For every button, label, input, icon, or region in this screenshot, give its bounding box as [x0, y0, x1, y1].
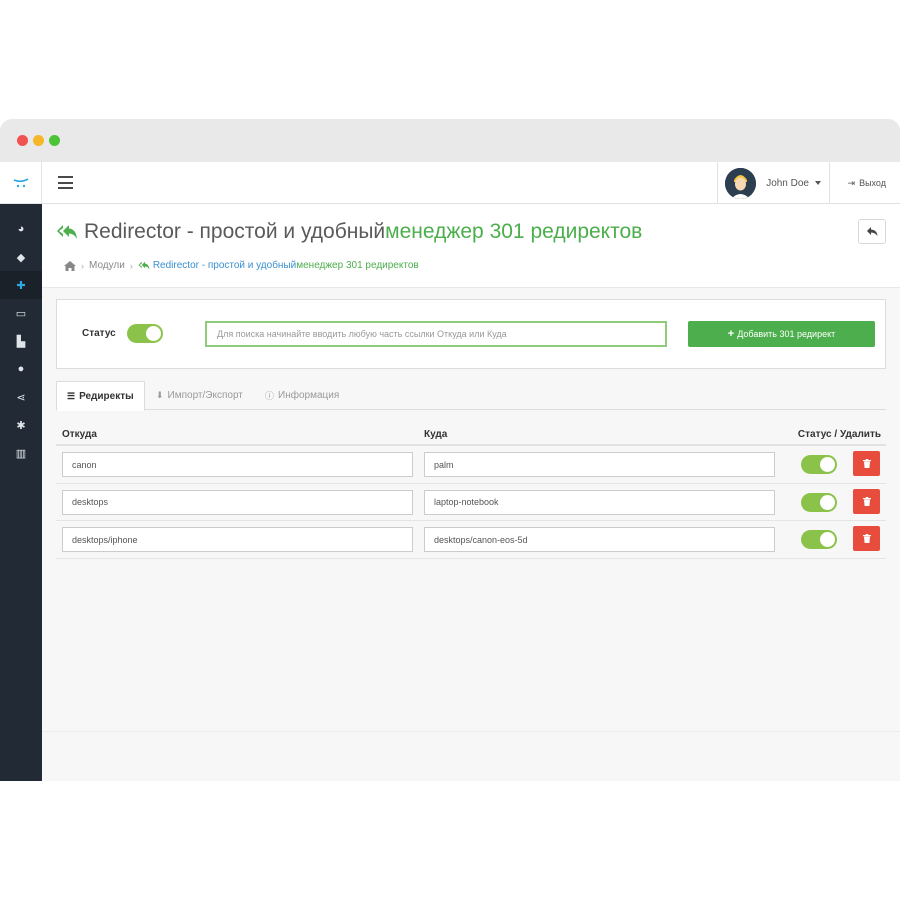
page-header: Redirector - простой и удобный менеджер … [42, 204, 900, 288]
reply-all-icon [57, 225, 77, 239]
reply-icon [866, 227, 877, 236]
to-url-input[interactable]: desktops/canon-eos-5d [424, 527, 775, 552]
from-url-input[interactable]: canon [62, 452, 413, 477]
logout-link[interactable]: ⇥ Выход [848, 162, 886, 204]
to-url-input[interactable]: palm [424, 452, 775, 477]
column-header-actions: Статус / Удалить [797, 429, 881, 440]
breadcrumb: › Модули › Redirector - простой и удобны… [64, 260, 419, 271]
user-icon: ● [17, 363, 25, 375]
breadcrumb-separator: › [129, 260, 133, 271]
close-window-button[interactable] [17, 135, 28, 146]
user-name: John Doe [766, 177, 809, 189]
tags-icon: ◆ [16, 251, 26, 264]
minimize-window-button[interactable] [33, 135, 44, 146]
table-row: canon palm [56, 446, 886, 484]
home-icon[interactable] [64, 260, 76, 271]
sidebar-item-cog[interactable]: ✱ [0, 411, 42, 439]
opencart-logo-icon [13, 177, 28, 187]
dashboard-icon: ◕ [17, 223, 25, 235]
breadcrumb-current-highlight[interactable]: менеджер 301 редиректов [296, 260, 418, 271]
sign-out-icon: ⇥ [847, 177, 856, 188]
from-url-input[interactable]: desktops [62, 489, 413, 515]
redirect-status-toggle[interactable] [801, 492, 837, 512]
tab-import-export[interactable]: ⬇ Импорт/Экспорт [146, 381, 253, 410]
desktop-icon: ▭ [15, 307, 27, 320]
from-url-input[interactable]: desktops/iphone [62, 527, 413, 552]
sidebar-item-bar-chart[interactable]: ▥ [0, 439, 42, 467]
redirect-status-toggle[interactable] [801, 530, 837, 549]
logout-label: Выход [859, 178, 886, 188]
tab-label: Редиректы [79, 390, 134, 402]
menu-toggle-icon[interactable] [58, 176, 73, 189]
sidebar-item-user[interactable]: ● [0, 355, 42, 383]
avatar [725, 167, 757, 199]
table-header: Откуда Куда Статус / Удалить [56, 424, 886, 446]
logo[interactable] [0, 162, 42, 204]
list-icon: ☰ [67, 390, 76, 401]
trash-icon [862, 534, 871, 543]
status-label: Статус [82, 328, 116, 339]
table-row: desktops laptop-notebook [56, 484, 886, 521]
cog-icon: ✱ [16, 419, 26, 432]
sidebar-item-shopping-cart[interactable]: ▙ [0, 327, 42, 355]
share-icon: ⋖ [16, 391, 26, 404]
shopping-cart-icon: ▙ [16, 335, 26, 348]
sidebar-item-tags[interactable]: ◆ [0, 243, 42, 271]
reply-all-icon [138, 261, 150, 270]
window-titlebar [0, 119, 900, 162]
breadcrumb-modules[interactable]: Модули [89, 260, 125, 271]
tab-info[interactable]: ⓘ Информация [255, 381, 349, 410]
tab-label: Импорт/Экспорт [167, 390, 243, 401]
redirect-status-toggle[interactable] [801, 455, 837, 474]
add-redirect-label: Добавить 301 редирект [737, 329, 836, 339]
delete-button[interactable] [853, 488, 880, 514]
puzzle-icon: ✚ [16, 279, 26, 292]
sidebar-item-puzzle[interactable]: ✚ [0, 271, 42, 299]
plus-icon: + [727, 328, 735, 340]
breadcrumb-separator: › [81, 260, 84, 271]
sidebar-item-desktop[interactable]: ▭ [0, 299, 42, 327]
to-url-input[interactable]: laptop-notebook [424, 489, 775, 515]
chevron-down-icon [815, 181, 821, 185]
tab-redirects[interactable]: ☰ Редиректы [56, 381, 145, 411]
module-status-toggle[interactable] [127, 324, 163, 343]
app-window: ◕ ◆ ✚ ▭ ▙ ● ⋖ ✱ ▥ John Doe ⇥ Выход Redir… [0, 119, 900, 781]
title-prefix: Redirector - простой и удобный [84, 220, 386, 243]
back-button[interactable] [858, 219, 886, 244]
tabs: ☰ Редиректы ⬇ Импорт/Экспорт ⓘ Информаци… [56, 381, 886, 411]
breadcrumb-current-prefix[interactable]: Redirector - простой и удобный [153, 260, 296, 271]
title-highlight: менеджер 301 редиректов [385, 220, 643, 243]
column-header-to: Куда [424, 429, 448, 440]
divider [42, 731, 900, 732]
search-input[interactable] [205, 321, 667, 347]
trash-icon [862, 459, 871, 468]
main-content: Redirector - простой и удобный менеджер … [42, 204, 900, 781]
column-header-from: Откуда [62, 429, 97, 440]
trash-icon [862, 496, 871, 506]
user-menu[interactable]: John Doe [717, 162, 830, 204]
add-redirect-button[interactable]: + Добавить 301 редирект [688, 321, 875, 347]
bar-chart-icon: ▥ [15, 447, 27, 460]
sidebar-item-share[interactable]: ⋖ [0, 383, 42, 411]
download-icon: ⬇ [156, 390, 164, 400]
top-navbar: John Doe ⇥ Выход [42, 162, 900, 204]
info-circle-icon: ⓘ [265, 391, 275, 401]
delete-button[interactable] [853, 451, 880, 476]
sidebar: ◕ ◆ ✚ ▭ ▙ ● ⋖ ✱ ▥ [0, 162, 42, 781]
sidebar-item-dashboard[interactable]: ◕ [0, 215, 42, 243]
maximize-window-button[interactable] [49, 135, 60, 146]
page-title: Redirector - простой и удобный менеджер … [56, 220, 642, 244]
delete-button[interactable] [853, 526, 880, 551]
table-row: desktops/iphone desktops/canon-eos-5d [56, 521, 886, 559]
filter-panel: Статус + Добавить 301 редирект [56, 299, 886, 369]
tab-label: Информация [278, 390, 340, 401]
redirects-table: Откуда Куда Статус / Удалить canon palm de… [56, 424, 886, 559]
